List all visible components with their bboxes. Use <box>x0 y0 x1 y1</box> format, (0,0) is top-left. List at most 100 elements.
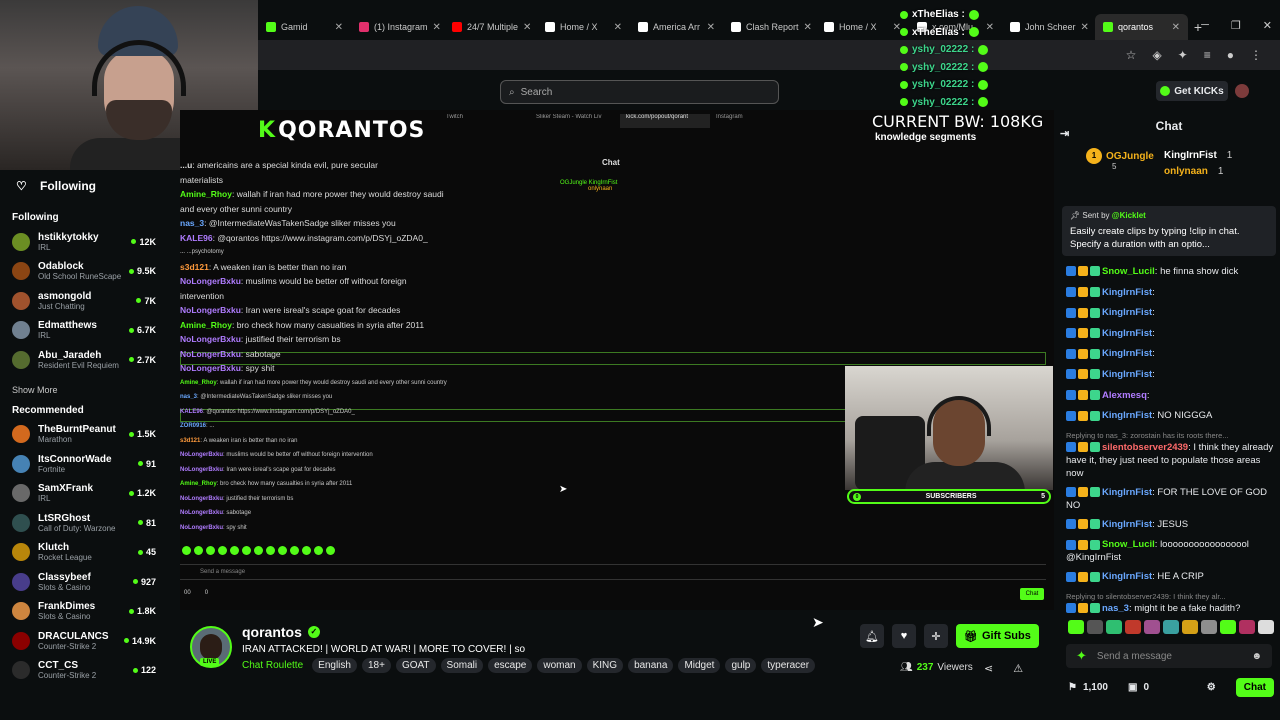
chat-username[interactable]: KingIrnFist <box>1102 287 1152 298</box>
tab-close-icon[interactable]: ✕ <box>433 22 441 33</box>
tag-pill[interactable]: typeracer <box>761 658 816 673</box>
tab-close-icon[interactable]: ✕ <box>707 22 715 33</box>
tag-pill[interactable]: escape <box>488 658 533 673</box>
gift-subs-button[interactable]: 🎁︎ Gift Subs <box>956 624 1039 648</box>
tab-favicon-icon <box>731 22 741 32</box>
tab-close-icon[interactable]: ✕ <box>1081 22 1089 33</box>
browser-tab[interactable]: qorantos ✕ <box>1095 14 1188 40</box>
chat-username[interactable]: Snow_Lucil <box>1102 266 1155 277</box>
kebab-icon[interactable]: ⋮ <box>1250 48 1262 62</box>
search-input[interactable]: ⌕ Search <box>500 80 779 104</box>
category-link[interactable]: Chat Roulette <box>242 660 303 671</box>
chat-username[interactable]: silentobserver2439 <box>1102 442 1188 453</box>
tab-close-icon[interactable]: ✕ <box>523 22 531 33</box>
channel-item[interactable]: FrankDimes Slots & Casino 1.8K <box>12 597 156 627</box>
settings-icon[interactable]: ⚙ <box>1207 682 1216 693</box>
browser-tab[interactable]: Home / X ✕ <box>816 14 909 40</box>
channel-info: Edmatthews IRL <box>38 320 129 340</box>
browser-tab[interactable]: Clash Report ✕ <box>723 14 816 40</box>
emoji-icon[interactable]: ☻ <box>1251 651 1262 662</box>
close-window-icon[interactable]: ✕ <box>1263 19 1272 32</box>
show-more-link[interactable]: Show More <box>12 385 156 395</box>
avatar <box>12 572 30 591</box>
tag-pill[interactable]: 18+ <box>361 658 391 673</box>
tag-pill[interactable]: gulp <box>725 658 757 673</box>
tab-close-icon[interactable]: ✕ <box>1172 22 1180 33</box>
notification-bell-button[interactable]: 🔔︎ <box>860 624 884 648</box>
channel-item[interactable]: Edmatthews IRL 6.7K <box>12 316 156 346</box>
chat-user: NoLongerBxku <box>180 466 224 473</box>
tag-pill[interactable]: KING <box>586 658 624 673</box>
badge-icon <box>900 45 908 54</box>
rank-coin-icon: 1 <box>1086 148 1102 164</box>
channel-item[interactable]: Abu_Jaradeh Resident Evil Requiem 2.7K <box>12 345 156 375</box>
chat-user: nas_3 <box>180 394 198 400</box>
sparkle-icon[interactable]: ✦ <box>1076 648 1087 664</box>
chat-username[interactable]: KingIrnFist <box>1102 410 1152 421</box>
channel-item[interactable]: asmongold Just Chatting 7K <box>12 286 156 316</box>
emote-icon <box>978 97 989 108</box>
channel-item[interactable]: LtSRGhost Call of Duty: Warzone 81 <box>12 508 156 538</box>
overlay-chat-line: xTheElias : <box>900 24 988 42</box>
channel-item[interactable]: Klutch Rocket League 45 <box>12 538 156 568</box>
tag-pill[interactable]: GOAT <box>395 658 436 673</box>
channel-name: SamXFrank <box>38 483 94 495</box>
browser-tab[interactable]: Home / X ✕ <box>537 14 630 40</box>
tab-close-icon[interactable]: ✕ <box>804 22 812 33</box>
chat-send-button[interactable]: Chat <box>1235 678 1274 697</box>
following-header[interactable]: ♡ Following <box>12 170 156 202</box>
profile-icon[interactable]: ● <box>1227 48 1234 62</box>
channel-item[interactable]: Classybeef Slots & Casino 927 <box>12 567 156 597</box>
channel-item[interactable]: ItsConnorWade Fortnite 91 <box>12 449 156 479</box>
follow-heart-button[interactable]: ♥ <box>892 624 916 648</box>
chat-text: : justified their terrorism bs <box>223 495 294 502</box>
badge-icon <box>1090 287 1100 298</box>
chat-username[interactable]: KingIrnFist <box>1102 369 1152 380</box>
clip-button[interactable]: ✛ <box>924 624 948 648</box>
extension-icon[interactable]: ◈ <box>1152 48 1161 62</box>
chat-username[interactable]: Snow_Lucil <box>1102 539 1155 550</box>
menu-icon[interactable]: ≡ <box>1204 48 1211 62</box>
channel-item[interactable]: DRACULANCS Counter-Strike 2 14.9K <box>12 626 156 656</box>
channel-name[interactable]: qorantos ✓ <box>242 624 320 640</box>
tag-pill[interactable]: banana <box>628 658 674 673</box>
pinned-message[interactable]: 📌︎ Sent by @Kicklet Easily create clips … <box>1062 206 1276 256</box>
browser-tab[interactable]: (1) Instagram ✕ <box>351 14 444 40</box>
minimize-icon[interactable]: ─ <box>1201 19 1209 32</box>
get-kicks-button[interactable]: Get KICKs <box>1156 81 1228 101</box>
channel-item[interactable]: SamXFrank IRL 1.2K <box>12 479 156 509</box>
tag-pill[interactable]: Somali <box>440 658 484 673</box>
channel-item[interactable]: hstikkytokky IRL 12K <box>12 227 156 257</box>
chat-text: : ... <box>206 423 215 429</box>
tag-pill[interactable]: English <box>312 658 357 673</box>
chat-username[interactable]: nas_3 <box>1102 603 1129 614</box>
chat-username[interactable]: KingIrnFist <box>1102 328 1152 339</box>
maximize-icon[interactable]: ❐ <box>1231 19 1241 32</box>
browser-tab[interactable]: America Arr ✕ <box>630 14 723 40</box>
tag-pill[interactable]: woman <box>537 658 582 673</box>
channel-item[interactable]: Odablock Old School RuneScape 9.5K <box>12 257 156 287</box>
chat-username[interactable]: KingIrnFist <box>1102 307 1152 318</box>
browser-tab[interactable]: 24/7 Multiple ✕ <box>444 14 537 40</box>
tab-close-icon[interactable]: ✕ <box>335 22 343 33</box>
star-icon[interactable]: ☆ <box>1126 48 1137 62</box>
user-avatar[interactable] <box>1235 84 1249 98</box>
chat-username[interactable]: KingIrnFist <box>1102 519 1152 530</box>
chat-username[interactable]: KingIrnFist <box>1102 571 1152 582</box>
channel-item[interactable]: CCT_CS Counter-Strike 2 122 <box>12 656 156 686</box>
tag-pill[interactable]: Midget <box>678 658 721 673</box>
chat-username[interactable]: Alexmesq <box>1102 390 1147 401</box>
report-icon[interactable]: ⚠ <box>1013 662 1023 675</box>
tab-close-icon[interactable]: ✕ <box>614 22 622 33</box>
browser-tab[interactable]: Gamid ✕ <box>258 14 351 40</box>
chat-input[interactable]: ✦ Send a message ☻ <box>1066 644 1272 668</box>
chat-username[interactable]: KingIrnFist <box>1102 348 1152 359</box>
puzzle-icon[interactable]: ✦ <box>1178 48 1188 62</box>
chat-message: Alexmesq: <box>1066 386 1276 407</box>
collapse-chat-icon[interactable]: ⇥ <box>1060 120 1069 148</box>
stream-player[interactable]: K QORANTOS Twitch Sliker Steam - Watch Li… <box>180 110 1054 610</box>
channel-item[interactable]: TheBurntPeanut Marathon 1.5K <box>12 420 156 450</box>
chat-username[interactable]: KingIrnFist <box>1102 487 1152 498</box>
browser-tab[interactable]: John Scheer ✕ <box>1002 14 1095 40</box>
share-icon[interactable]: ⋖ <box>984 662 993 675</box>
